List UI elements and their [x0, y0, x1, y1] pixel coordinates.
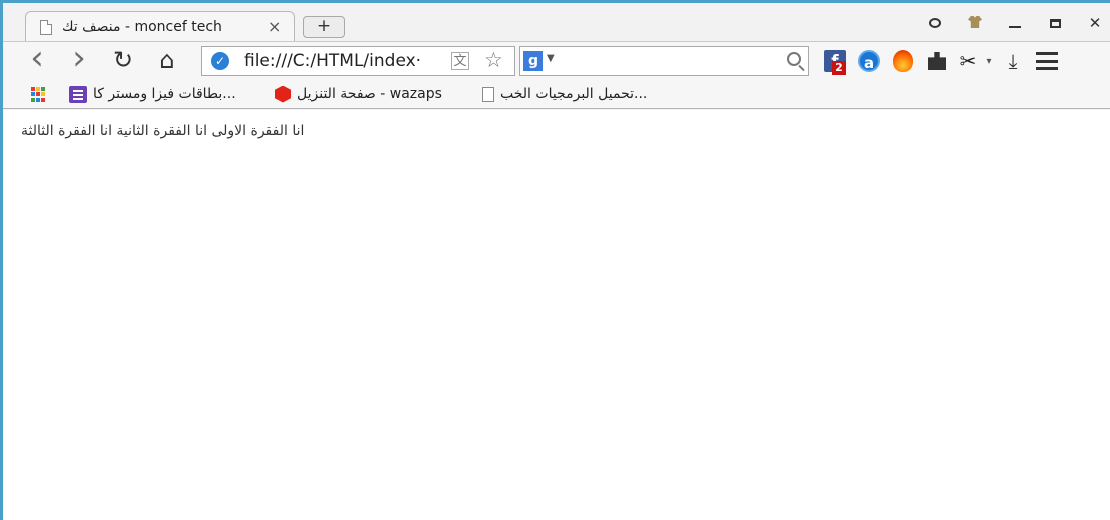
- browser-menu-button[interactable]: [1030, 46, 1064, 76]
- download-manager-extension[interactable]: [920, 46, 954, 76]
- new-tab-button[interactable]: +: [303, 16, 345, 38]
- bookmark-label: صفحة التنزيل - wazaps: [297, 86, 442, 102]
- paragraph-text: انا الفقرة الاولى انا الفقرة الثانية انا…: [21, 123, 305, 139]
- address-bar[interactable]: ✓ file:///C:/HTML/index· 文 ☆: [201, 46, 515, 76]
- extensions-area: f 2 a ✂ ▾ ⤓: [818, 46, 1064, 76]
- clipper-dropdown[interactable]: ▾: [982, 46, 996, 76]
- search-icon[interactable]: [787, 52, 801, 66]
- chevron-down-icon[interactable]: ▼: [547, 53, 555, 64]
- at-sign-icon: a: [858, 50, 880, 72]
- hamburger-menu-icon: [1036, 52, 1058, 70]
- window-controls: ✕: [926, 13, 1104, 33]
- search-box[interactable]: g ▼: [519, 46, 809, 76]
- tab-title: منصف تك - moncef tech: [62, 19, 222, 35]
- bookmarks-bar: بطاقات فيزا ومستر كا... صفحة التنزيل - w…: [3, 79, 1110, 109]
- bookmark-label: تحميل البرمجيات الخب...: [500, 86, 648, 102]
- bookmark-label: بطاقات فيزا ومستر كا...: [93, 86, 236, 102]
- page-icon: [40, 20, 52, 35]
- bookmark-item[interactable]: تحميل البرمجيات الخب...: [482, 84, 647, 104]
- clipper-extension[interactable]: ✂: [954, 46, 982, 76]
- home-button[interactable]: ⌂: [153, 48, 181, 74]
- list-icon: [69, 85, 87, 103]
- bookmark-item[interactable]: صفحة التنزيل - wazaps: [275, 84, 442, 104]
- bookmark-item[interactable]: بطاقات فيزا ومستر كا...: [69, 84, 236, 104]
- back-button[interactable]: ‹: [23, 41, 51, 75]
- tab-active[interactable]: منصف تك - moncef tech ×: [25, 11, 295, 44]
- feedback-button[interactable]: [926, 14, 944, 32]
- url-input[interactable]: file:///C:/HTML/index·: [244, 51, 421, 71]
- theme-button[interactable]: [966, 14, 984, 32]
- downloads-button[interactable]: ⤓: [996, 46, 1030, 76]
- tab-close-button[interactable]: ×: [268, 17, 281, 36]
- apps-grid-icon[interactable]: [31, 87, 46, 102]
- toolbar: ‹ › ↻ ⌂ ✓ file:///C:/HTML/index· 文 ☆ g ▼…: [3, 41, 1110, 79]
- reload-button[interactable]: ↻: [109, 48, 137, 74]
- facebook-extension[interactable]: f 2: [818, 46, 852, 76]
- a-extension[interactable]: a: [852, 46, 886, 76]
- download-box-icon: [928, 52, 946, 70]
- maximize-icon: [1049, 19, 1061, 28]
- tab-strip: منصف تك - moncef tech × + ✕: [3, 3, 1110, 44]
- bookmark-star-icon[interactable]: ☆: [484, 48, 503, 72]
- browser-window: منصف تك - moncef tech × + ✕ ‹ › ↻ ⌂ ✓ fi…: [0, 0, 1110, 520]
- download-icon: ⤓: [1008, 49, 1018, 73]
- minimize-button[interactable]: [1006, 14, 1024, 32]
- forward-button[interactable]: ›: [65, 41, 93, 75]
- google-search-engine-icon[interactable]: g: [523, 51, 543, 71]
- shirt-icon: [968, 16, 982, 28]
- speech-bubble-icon: [929, 18, 941, 28]
- maximize-button[interactable]: [1046, 14, 1064, 32]
- close-window-button[interactable]: ✕: [1086, 14, 1104, 32]
- hex-icon: [275, 85, 291, 103]
- notification-badge: 2: [832, 61, 846, 75]
- translate-icon[interactable]: 文: [451, 52, 469, 70]
- page-content: انا الفقرة الاولى انا الفقرة الثانية انا…: [3, 110, 1110, 520]
- page-icon: [482, 86, 494, 102]
- fire-icon: [893, 50, 913, 72]
- vpn-extension[interactable]: [886, 46, 920, 76]
- verified-check-icon: ✓: [211, 52, 229, 70]
- scissors-icon: ✂: [959, 49, 977, 73]
- minimize-icon: [1009, 26, 1021, 28]
